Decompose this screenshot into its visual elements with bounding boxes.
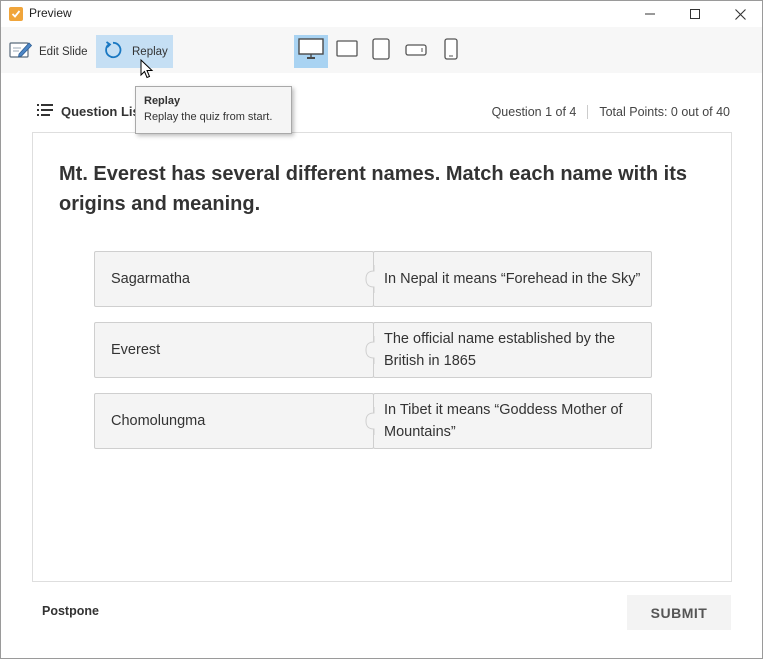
left-item-label: Everest (111, 342, 161, 358)
close-button[interactable] (717, 1, 763, 27)
question-text: Mt. Everest has several different names.… (59, 163, 688, 215)
replay-icon (103, 40, 123, 63)
window-title: Preview (29, 6, 72, 20)
list-icon (37, 104, 53, 119)
puzzle-connector-icon (365, 336, 375, 364)
question-list-button[interactable]: Question List (37, 104, 144, 119)
desktop-view-button[interactable] (294, 35, 328, 68)
phone-portrait-view-button[interactable] (434, 35, 468, 68)
match-item-right[interactable]: The official name established by the Bri… (373, 322, 652, 378)
quiz-slide: Mt. Everest has several different names.… (32, 132, 732, 582)
right-item-label: In Tibet it means “Goddess Mother of Mou… (384, 402, 623, 440)
title-bar: Preview (1, 1, 762, 27)
question-list-label: Question List (61, 104, 145, 119)
app-checkmark-icon (9, 7, 23, 21)
edit-slide-label: Edit Slide (39, 45, 88, 58)
mouse-cursor-icon (140, 59, 154, 79)
replay-tooltip: Replay Replay the quiz from start. (135, 86, 292, 134)
divider (587, 105, 589, 119)
tooltip-text: Replay the quiz from start. (144, 111, 273, 123)
quiz-progress: Question 1 of 4 Total Points: 0 out of 4… (492, 105, 730, 119)
match-item-left[interactable]: Sagarmatha (94, 251, 374, 307)
left-item-label: Chomolungma (111, 413, 206, 429)
replay-button[interactable]: Replay (96, 35, 173, 68)
question-counter: Question 1 of 4 (491, 105, 577, 119)
toolbar: Edit Slide Replay (1, 27, 762, 73)
tablet-landscape-view-button[interactable] (330, 35, 364, 68)
postpone-button[interactable]: Postpone (42, 604, 99, 618)
right-item-label: In Nepal it means “Forehead in the Sky” (384, 271, 641, 287)
match-item-right[interactable]: In Tibet it means “Goddess Mother of Mou… (373, 393, 652, 449)
match-pair: Everest The official name established by… (94, 322, 652, 378)
match-item-right[interactable]: In Nepal it means “Forehead in the Sky” (373, 251, 652, 307)
left-item-label: Sagarmatha (111, 271, 190, 287)
tablet-portrait-view-button[interactable] (364, 35, 398, 68)
edit-icon (9, 40, 33, 63)
preview-window: Preview Edit Slide Replay Question List … (0, 0, 763, 659)
match-item-left[interactable]: Chomolungma (94, 393, 374, 449)
submit-button[interactable]: SUBMIT (627, 595, 731, 630)
replay-label: Replay (132, 45, 168, 58)
total-points: Total Points: 0 out of 40 (599, 105, 730, 119)
maximize-button[interactable] (672, 1, 718, 27)
phone-landscape-icon (405, 43, 427, 61)
match-pair: Sagarmatha In Nepal it means “Forehead i… (94, 251, 652, 307)
desktop-icon (298, 38, 324, 65)
tablet-portrait-icon (372, 38, 390, 65)
puzzle-connector-icon (365, 407, 375, 435)
match-pair: Chomolungma In Tibet it means “Goddess M… (94, 393, 652, 449)
phone-portrait-icon (444, 38, 458, 65)
match-item-left[interactable]: Everest (94, 322, 374, 378)
phone-landscape-view-button[interactable] (399, 35, 433, 68)
right-item-label: The official name established by the Bri… (384, 331, 616, 369)
tablet-landscape-icon (336, 40, 358, 63)
edit-slide-button[interactable]: Edit Slide (9, 35, 88, 68)
minimize-button[interactable] (627, 1, 673, 27)
tooltip-title: Replay (144, 95, 181, 107)
puzzle-connector-icon (365, 265, 375, 293)
